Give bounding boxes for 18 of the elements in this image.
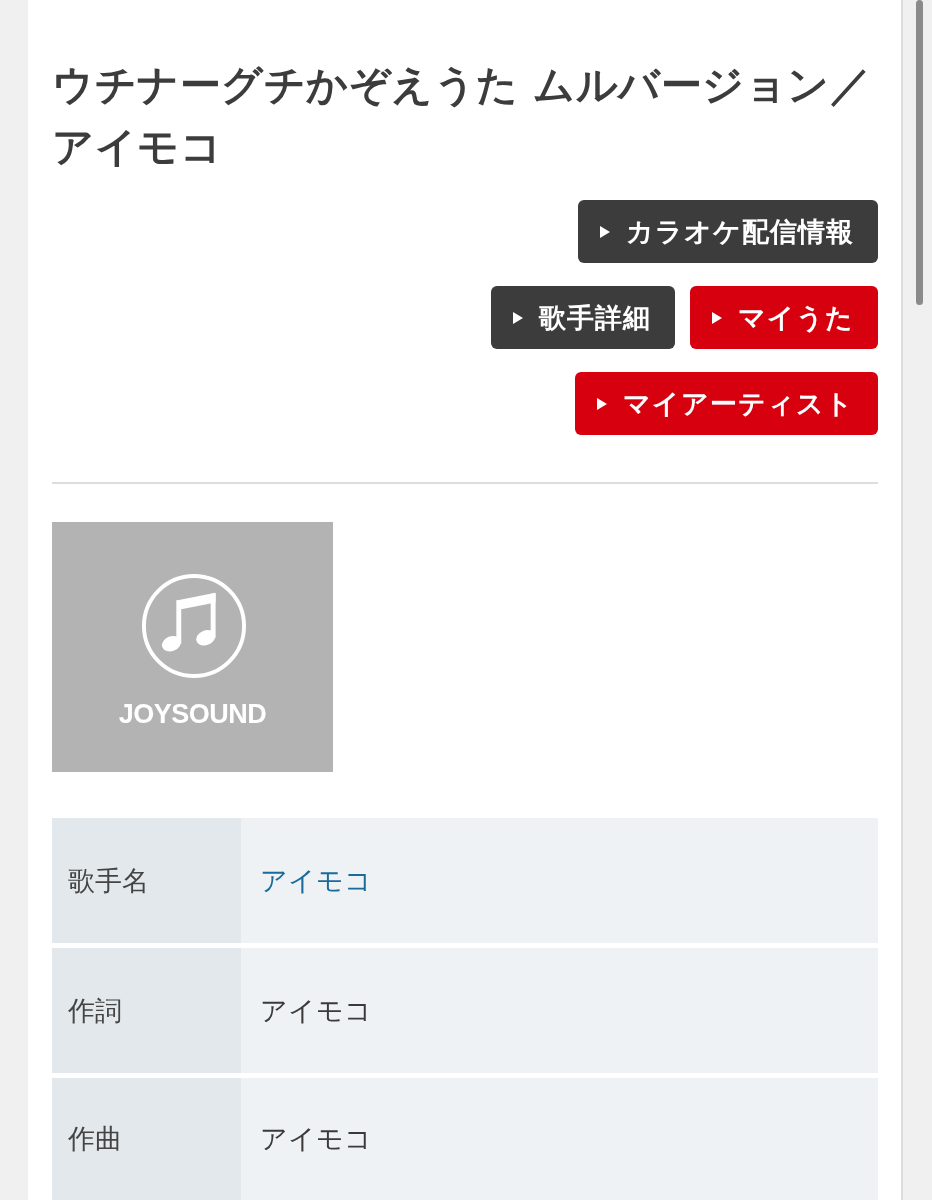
- triangle-icon: [712, 311, 722, 324]
- triangle-icon: [600, 225, 610, 238]
- value-cell: アイモコ: [241, 948, 878, 1073]
- action-button[interactable]: 歌手詳細: [491, 286, 675, 349]
- artist-link[interactable]: アイモコ: [260, 862, 372, 899]
- label-cell: 作曲: [52, 1078, 241, 1200]
- scrollbar-thumb[interactable]: [916, 0, 923, 305]
- label-cell: 歌手名: [52, 818, 241, 943]
- triangle-icon: [597, 397, 607, 410]
- label-cell: 作詞: [52, 948, 241, 1073]
- song-title: ウチナーグチかぞえうた ムルバージョン／アイモコ: [52, 60, 873, 173]
- action-button[interactable]: マイアーティスト: [575, 372, 878, 435]
- action-button[interactable]: マイうた: [690, 286, 878, 349]
- value-cell: アイモコ: [241, 1078, 878, 1200]
- action-button[interactable]: カラオケ配信情報: [578, 200, 878, 263]
- music-note-icon: [140, 573, 247, 679]
- triangle-icon: [513, 311, 523, 324]
- logo-text: JOYSOUND: [118, 699, 267, 729]
